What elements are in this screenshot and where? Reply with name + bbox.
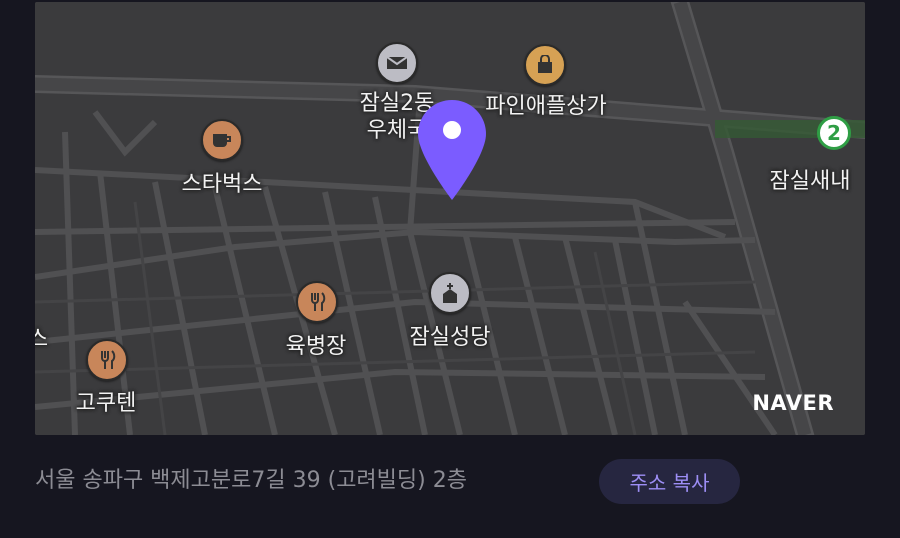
map-view[interactable]: 잠실2동 우체국 파인애플상가 스타벅스 육병장 잠실성당 고쿠텐 스 2 잠실새… bbox=[35, 2, 865, 435]
poi-label-starbucks: 스타벅스 bbox=[181, 172, 263, 197]
street-grid bbox=[35, 2, 865, 435]
station-label: 잠실새내 bbox=[769, 169, 851, 194]
subway-line-badge[interactable]: 2 bbox=[817, 116, 851, 150]
poi-label-church: 잠실성당 bbox=[409, 325, 491, 350]
naver-logo: NAVER bbox=[752, 391, 834, 415]
address-text: 서울 송파구 백제고분로7길 39 (고려빌딩) 2층 bbox=[35, 468, 467, 493]
poi-label-gokuten: 고쿠텐 bbox=[75, 391, 137, 416]
poi-label-yukbyeongjang: 육병장 bbox=[285, 334, 347, 359]
post-office-icon[interactable] bbox=[376, 42, 418, 84]
church-icon[interactable] bbox=[429, 272, 471, 314]
shopping-bag-icon[interactable] bbox=[524, 44, 566, 86]
poi-label-edge: 스 bbox=[35, 327, 49, 352]
restaurant-icon[interactable] bbox=[86, 339, 128, 381]
cafe-icon[interactable] bbox=[201, 119, 243, 161]
restaurant-icon[interactable] bbox=[296, 281, 338, 323]
copy-address-button[interactable]: 주소 복사 bbox=[599, 459, 740, 504]
location-pin-icon[interactable] bbox=[416, 98, 488, 206]
poi-label-pineapple: 파인애플상가 bbox=[485, 94, 607, 119]
